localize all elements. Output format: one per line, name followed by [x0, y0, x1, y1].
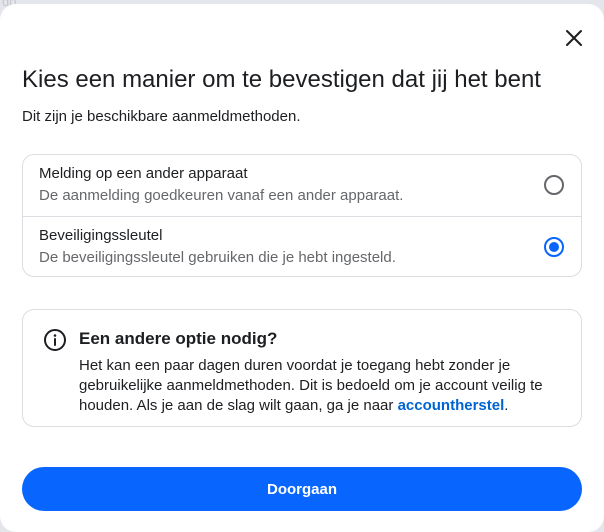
- option-title: Melding op een ander apparaat: [39, 165, 248, 182]
- method-options: Melding op een ander apparaat De aanmeld…: [22, 154, 582, 277]
- account-recovery-link[interactable]: accountherstel: [398, 397, 505, 414]
- info-text: Het kan een paar dagen duren voordat je …: [79, 356, 569, 416]
- option-title: Beveiligingssleutel: [39, 227, 163, 244]
- continue-button[interactable]: Doorgaan: [22, 467, 582, 511]
- close-button[interactable]: [560, 24, 588, 52]
- info-title: Een andere optie nodig?: [79, 329, 278, 348]
- info-icon: [44, 329, 66, 351]
- dialog-subtitle: Dit zijn je beschikbare aanmeldmethoden.: [22, 108, 301, 125]
- option-device-notification[interactable]: Melding op een ander apparaat De aanmeld…: [23, 155, 581, 216]
- radio-security-key[interactable]: [544, 237, 564, 257]
- info-text-end: .: [504, 397, 509, 414]
- option-description: De beveiligingssleutel gebruiken die je …: [39, 249, 396, 266]
- radio-device-notification[interactable]: [544, 175, 564, 195]
- verification-dialog: Kies een manier om te bevestigen dat jij…: [0, 4, 604, 532]
- option-description: De aanmelding goedkeuren vanaf een ander…: [39, 187, 404, 204]
- option-security-key[interactable]: Beveiligingssleutel De beveiligingssleut…: [23, 216, 581, 276]
- dialog-title: Kies een manier om te bevestigen dat jij…: [22, 66, 541, 93]
- other-option-info-box: Een andere optie nodig? Het kan een paar…: [22, 309, 582, 427]
- close-icon: [566, 30, 582, 46]
